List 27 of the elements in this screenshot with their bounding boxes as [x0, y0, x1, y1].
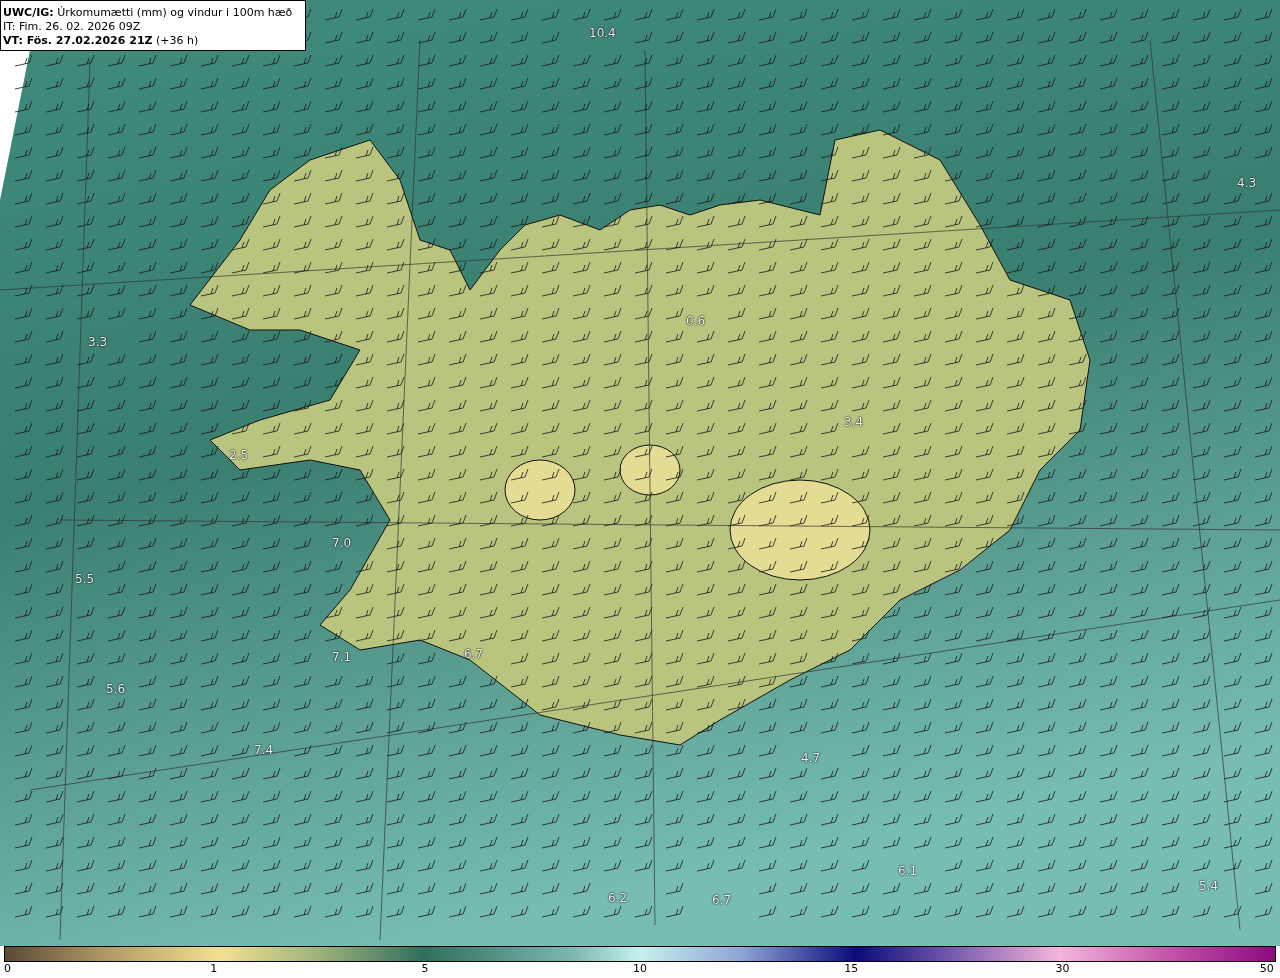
map-value-label: 6.2 — [608, 892, 628, 904]
colorbar-tick-label: 5 — [421, 962, 429, 976]
map-value-label: 0.6 — [686, 315, 706, 327]
header-line: UWC/IG: Úrkomumætti (mm) og vindur i 100m hæð — [3, 6, 294, 20]
map-value-label: 10.4 — [589, 27, 616, 39]
colorbar-tick-label: 0 — [4, 962, 11, 976]
colorbar-tick-label: 50 — [1259, 962, 1274, 976]
map-value-label: 7.0 — [332, 537, 352, 549]
map-value-label: 4.3 — [1237, 177, 1257, 189]
map-value-label: 5.4 — [1199, 880, 1219, 892]
map-value-label: 7.1 — [332, 651, 352, 663]
map-value-label: 3.3 — [88, 336, 108, 348]
map-value-label: 2.5 — [229, 449, 249, 461]
colorbar-tick-label: 15 — [844, 962, 859, 976]
map-value-label: 6.7 — [464, 648, 484, 660]
map-value-label: 6.1 — [898, 865, 918, 877]
map-value-label: 5.5 — [75, 573, 95, 585]
colorbar-tick-label: 30 — [1055, 962, 1070, 976]
map-value-label: 7.4 — [254, 744, 274, 756]
map-value-label: 3.4 — [844, 416, 864, 428]
header-line: IT: Fim. 26. 02. 2026 09Z — [3, 20, 142, 34]
colorbar-tick-label: 10 — [632, 962, 647, 976]
map-value-label: 4.7 — [801, 752, 821, 764]
colorbar-tick-label: 1 — [210, 962, 218, 976]
map-value-label: 6.7 — [712, 894, 732, 906]
map-value-label: 5.6 — [106, 683, 126, 695]
header-line: VT: Fös. 27.02.2026 21Z (+36 h) — [3, 34, 200, 48]
